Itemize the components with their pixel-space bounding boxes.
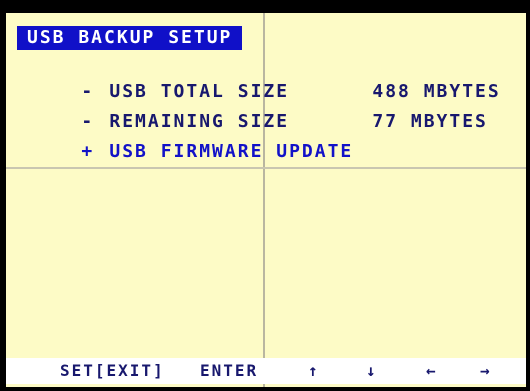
arrow-left-icon[interactable]: ← xyxy=(426,358,438,384)
enter-hint[interactable]: ENTER xyxy=(200,358,258,384)
menu-item-usb-firmware-update[interactable]: + USB FIRMWARE UPDATE xyxy=(30,119,372,185)
arrow-down-icon[interactable]: ↓ xyxy=(366,358,378,384)
frame-top xyxy=(0,0,530,13)
menu-item-value: 77 MBYTES xyxy=(372,111,488,132)
frame-left xyxy=(0,0,6,391)
arrow-up-icon[interactable]: ↑ xyxy=(308,358,320,384)
expand-bullet: + xyxy=(81,141,95,162)
arrow-right-icon[interactable]: → xyxy=(480,358,492,384)
frame-right xyxy=(526,0,530,391)
osd-screen: USB BACKUP SETUP - USB TOTAL SIZE 488 MBYT… xyxy=(0,0,530,391)
frame-bottom xyxy=(0,387,530,391)
footer-hint-bar: SET[EXIT] ENTER ↑ ↓ ← → xyxy=(6,358,526,384)
menu-title: USB BACKUP SETUP xyxy=(17,26,243,50)
set-exit-hint[interactable]: SET[EXIT] xyxy=(60,358,165,384)
menu-item-label: USB FIRMWARE UPDATE xyxy=(109,141,354,162)
